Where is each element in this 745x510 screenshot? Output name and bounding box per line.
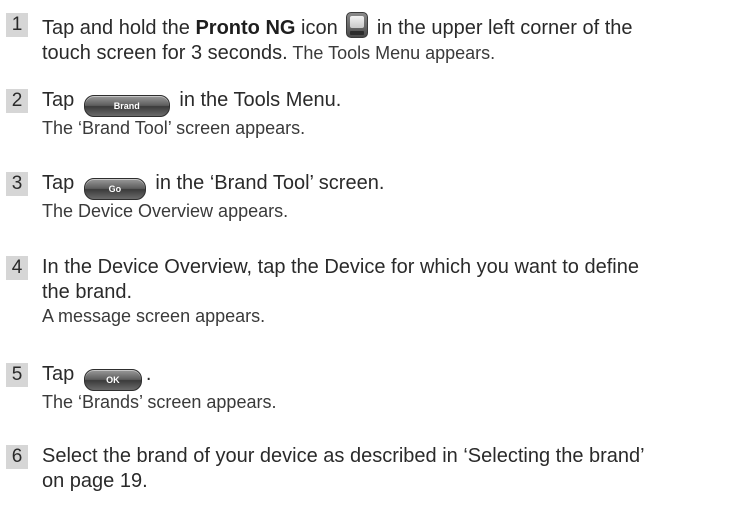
step-text: on page 19. <box>42 470 148 492</box>
step-text: Select the brand of your device as descr… <box>42 445 645 467</box>
step-text: Tap Go in the ‘Brand Tool’ screen. <box>42 171 741 200</box>
step-result: The ‘Brand Tool’ screen appears. <box>42 118 306 138</box>
step-text: touch screen for 3 seconds. The Tools Me… <box>42 42 496 64</box>
step-text: In the Device Overview, tap the Device f… <box>42 256 639 278</box>
step-text: Tap OK. <box>42 362 741 391</box>
pronto-device-icon <box>346 12 369 38</box>
step-result: A message screen appears. <box>42 306 266 326</box>
product-name: Pronto NG <box>195 17 296 39</box>
ok-button[interactable]: OK <box>83 369 142 391</box>
step-result: The ‘Brands’ screen appears. <box>42 392 277 412</box>
step-number: 4 <box>6 256 28 280</box>
brand-button[interactable]: Brand <box>83 95 170 117</box>
instruction-page: 1 Tap and hold the Pronto NG icon in the… <box>0 0 745 510</box>
step-number: 2 <box>6 89 28 113</box>
step-text: Tap and hold the Pronto NG icon in the u… <box>42 12 741 41</box>
step-result: The Device Overview appears. <box>42 201 289 221</box>
step-text: Tap Brand in the Tools Menu. <box>42 88 741 117</box>
step-number: 3 <box>6 172 28 196</box>
step-number: 6 <box>6 445 28 469</box>
go-button[interactable]: Go <box>83 178 146 200</box>
step-number: 1 <box>6 13 28 37</box>
step-number: 5 <box>6 363 28 387</box>
step-text: the brand. <box>42 281 133 303</box>
